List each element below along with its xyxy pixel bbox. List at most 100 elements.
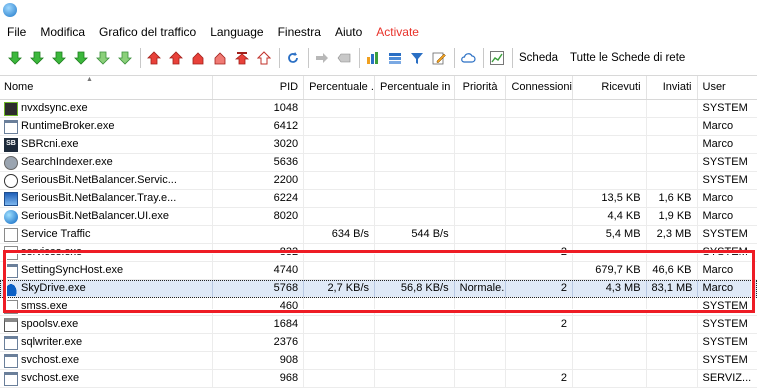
row-received: 679,7 KB (573, 262, 647, 279)
row-upload-rate (304, 136, 375, 153)
toolbar-separator (359, 48, 360, 68)
row-pid: 968 (213, 370, 304, 387)
arrow-up-icon[interactable] (233, 49, 251, 67)
arrow-down-icon[interactable] (6, 49, 24, 67)
table-row[interactable]: SeriousBit.NetBalancer.UI.exe80204,4 KB1… (0, 208, 757, 226)
column-header-connections[interactable]: Connessioni (506, 76, 573, 99)
menu-file[interactable]: File (0, 22, 33, 42)
row-name-cell: SearchIndexer.exe (0, 154, 213, 171)
arrow-down-icon[interactable] (94, 49, 112, 67)
home-icon[interactable] (189, 49, 207, 67)
row-sent: 1,9 KB (647, 208, 698, 225)
edit-icon[interactable] (430, 49, 448, 67)
row-user: SYSTEM (698, 226, 757, 243)
row-pid: 832 (213, 244, 304, 261)
row-pid: 2376 (213, 334, 304, 351)
row-pid: 5768 (213, 280, 304, 297)
row-priority (455, 154, 507, 171)
row-connections (506, 262, 573, 279)
row-upload-rate (304, 352, 375, 369)
table-row[interactable]: SBSBRcni.exe3020Marco (0, 136, 757, 154)
menu-activate[interactable]: Activate (369, 22, 426, 42)
row-name-cell: spoolsv.exe (0, 316, 213, 333)
menu-language[interactable]: Language (203, 22, 270, 42)
arrow-down-icon[interactable] (50, 49, 68, 67)
arrow-down-icon[interactable] (116, 49, 134, 67)
row-name: Service Traffic (21, 226, 91, 243)
row-connections: 2 (506, 244, 573, 261)
row-received (573, 154, 647, 171)
table-row[interactable]: RuntimeBroker.exe6412Marco (0, 118, 757, 136)
filter-icon[interactable] (408, 49, 426, 67)
row-pid: 2200 (213, 172, 304, 189)
row-connections (506, 334, 573, 351)
row-priority (455, 244, 507, 261)
column-header-name[interactable]: Nome (0, 76, 213, 99)
menu-traffic-graph[interactable]: Grafico del traffico (92, 22, 203, 42)
row-name-cell: Service Traffic (0, 226, 213, 243)
network-adapter-select[interactable]: Tutte le Schede di rete (566, 51, 689, 65)
row-user: SYSTEM (698, 334, 757, 351)
rules-icon[interactable] (386, 49, 404, 67)
row-user: SYSTEM (698, 352, 757, 369)
column-header-priority[interactable]: Priorità (455, 76, 507, 99)
row-upload-rate (304, 370, 375, 387)
column-header-received[interactable]: Ricevuti (573, 76, 647, 99)
table-row[interactable]: services.exe8322SYSTEM (0, 244, 757, 262)
table-row[interactable]: sqlwriter.exe2376SYSTEM (0, 334, 757, 352)
table-row[interactable]: spoolsv.exe16842SYSTEM (0, 316, 757, 334)
row-name-cell: svchost.exe (0, 370, 213, 387)
table-row[interactable]: SeriousBit.NetBalancer.Tray.e...622413,5… (0, 190, 757, 208)
row-download-rate (375, 262, 455, 279)
cloud-icon[interactable] (459, 49, 477, 67)
row-name: svchost.exe (21, 370, 79, 387)
row-priority (455, 316, 507, 333)
table-row[interactable]: SeriousBit.NetBalancer.Servic...2200SYST… (0, 172, 757, 190)
table-row[interactable]: Service Traffic634 B/s544 B/s5,4 MB2,3 M… (0, 226, 757, 244)
table-row[interactable]: svchost.exe908SYSTEM (0, 352, 757, 370)
column-header-upload-rate[interactable]: Percentuale ... (304, 76, 375, 99)
table-row[interactable]: SearchIndexer.exe5636SYSTEM (0, 154, 757, 172)
toolbar-separator (279, 48, 280, 68)
arrow-down-icon[interactable] (28, 49, 46, 67)
bar-chart-icon[interactable] (364, 49, 382, 67)
menu-help[interactable]: Aiuto (328, 22, 369, 42)
refresh-icon[interactable] (284, 49, 302, 67)
row-download-rate (375, 298, 455, 315)
arrow-up-icon[interactable] (167, 49, 185, 67)
row-user: Marco (698, 136, 757, 153)
row-upload-rate (304, 316, 375, 333)
row-received (573, 172, 647, 189)
row-name: SettingSyncHost.exe (21, 262, 123, 279)
row-pid: 4740 (213, 262, 304, 279)
table-row[interactable]: SettingSyncHost.exe4740679,7 KB46,6 KBMa… (0, 262, 757, 280)
column-header-sent[interactable]: Inviati (647, 76, 698, 99)
table-row[interactable]: smss.exe460SYSTEM (0, 298, 757, 316)
row-name: SeriousBit.NetBalancer.UI.exe (21, 208, 169, 225)
table-row[interactable]: SkyDrive.exe57682,7 KB/s56,8 KB/sNormale… (0, 280, 757, 298)
column-header-download-rate[interactable]: Percentuale in ... (375, 76, 455, 99)
row-priority (455, 100, 507, 117)
arrow-up-icon[interactable] (255, 49, 273, 67)
delete-icon[interactable] (335, 49, 353, 67)
line-chart-icon[interactable] (488, 49, 506, 67)
toolbar-separator (483, 48, 484, 68)
row-upload-rate (304, 298, 375, 315)
window-icon (4, 120, 18, 134)
window-icon (4, 336, 18, 350)
table-row[interactable]: nvxdsync.exe1048SYSTEM (0, 100, 757, 118)
arrow-down-icon[interactable] (72, 49, 90, 67)
title-bar (0, 0, 757, 22)
home-icon[interactable] (211, 49, 229, 67)
arrow-right-icon[interactable] (313, 49, 331, 67)
table-row[interactable]: svchost.exe9682SERVIZ... (0, 370, 757, 388)
menu-modifica[interactable]: Modifica (33, 22, 92, 42)
sb-icon: SB (4, 138, 18, 152)
page-icon (4, 246, 18, 260)
arrow-up-icon[interactable] (145, 49, 163, 67)
column-header-user[interactable]: User (698, 76, 757, 99)
menu-window[interactable]: Finestra (271, 22, 328, 42)
column-header-pid[interactable]: PID (213, 76, 304, 99)
row-connections (506, 226, 573, 243)
row-name-cell: smss.exe (0, 298, 213, 315)
